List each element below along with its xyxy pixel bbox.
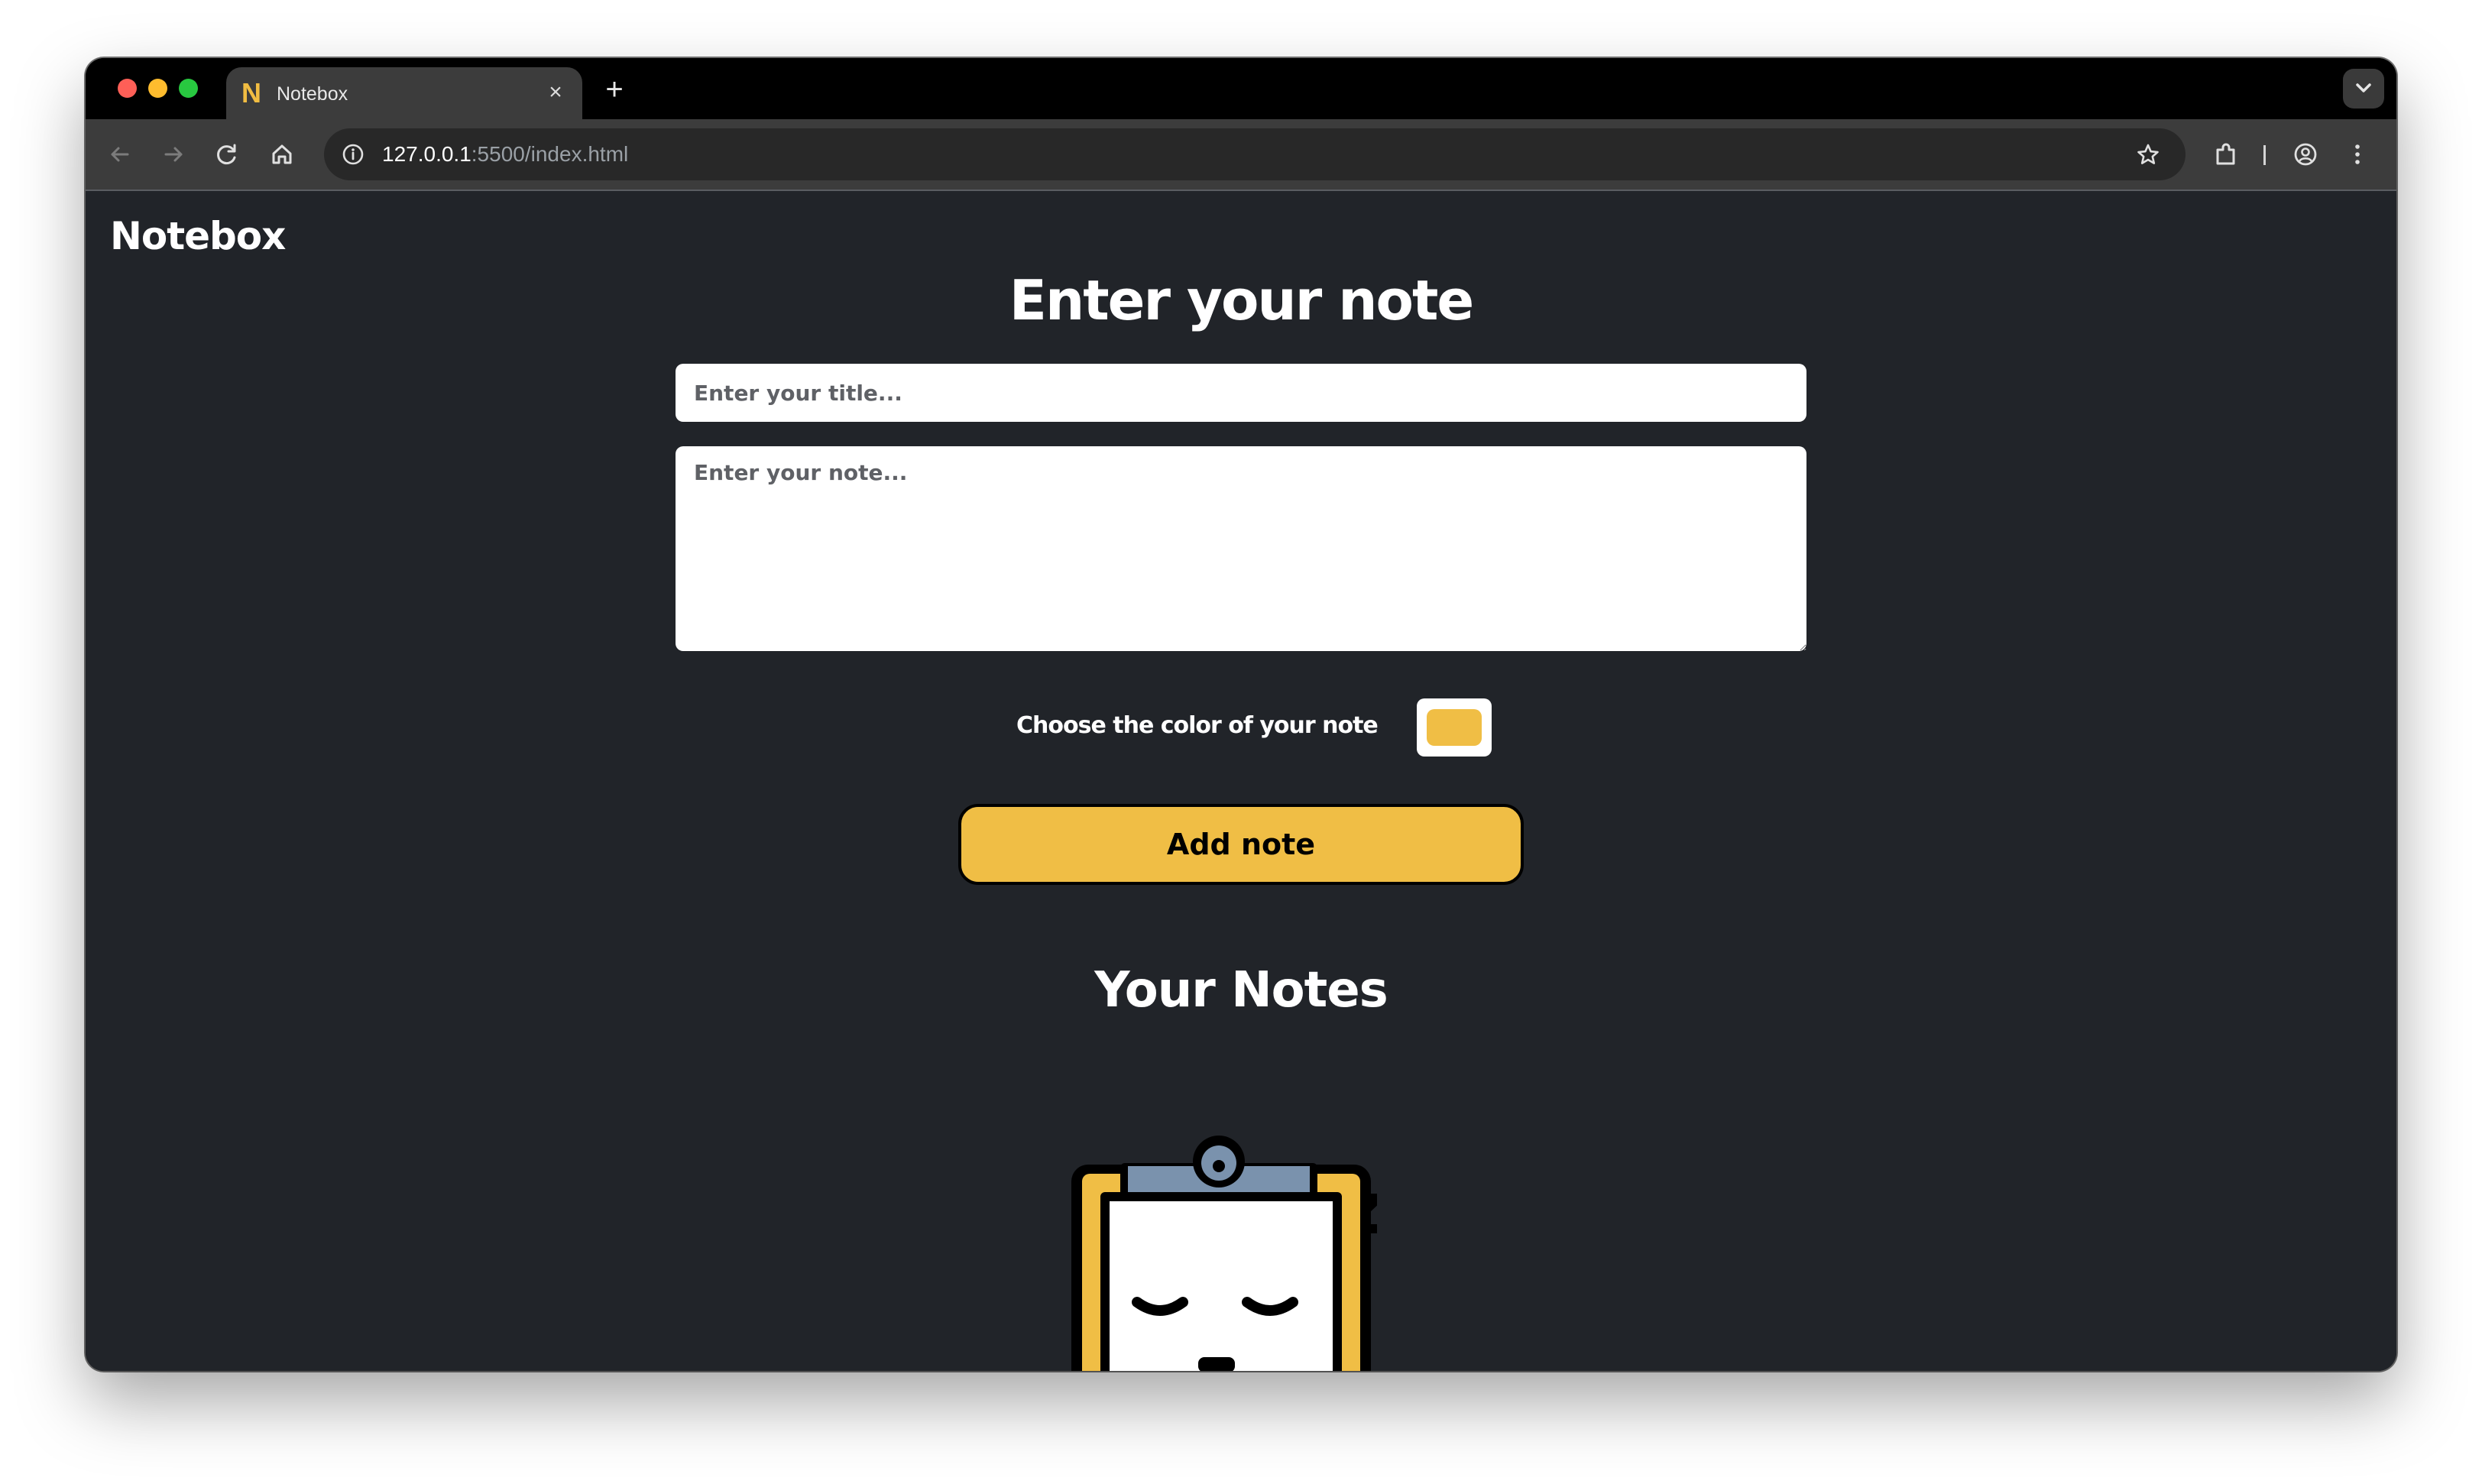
page-title: Enter your note — [1009, 268, 1474, 332]
browser-window: N Notebox × + 127.0.0.1:5500/index.html … — [86, 58, 2396, 1371]
close-tab-icon[interactable]: × — [543, 79, 569, 105]
url-host: 127.0.0.1 — [382, 142, 471, 166]
close-window-button[interactable] — [118, 79, 137, 98]
address-bar[interactable]: 127.0.0.1:5500/index.html — [324, 128, 2186, 180]
menu-kebab-icon[interactable] — [2340, 137, 2375, 172]
new-tab-icon[interactable]: + — [598, 73, 631, 107]
chevron-down-icon — [2356, 83, 2371, 92]
note-title-input[interactable] — [676, 364, 1806, 422]
profile-icon[interactable] — [2288, 137, 2323, 172]
back-icon[interactable] — [102, 137, 138, 172]
tab-strip: N Notebox × + — [86, 58, 2396, 119]
color-picker-label: Choose the color of your note — [1016, 712, 1379, 739]
reload-icon[interactable] — [209, 137, 245, 172]
brand-logo[interactable]: Notebox — [110, 212, 286, 260]
url-path: :5500/index.html — [471, 142, 629, 166]
page-content: Notebox Enter your note Choose the color… — [86, 190, 2396, 1371]
site-info-icon[interactable] — [336, 138, 370, 171]
url-text: 127.0.0.1:5500/index.html — [382, 141, 628, 167]
sleeping-clipboard-illustration — [1056, 1119, 1377, 1371]
notebox-favicon-icon: N — [241, 77, 261, 109]
extensions-icon[interactable] — [2208, 137, 2244, 172]
note-body-textarea[interactable] — [676, 446, 1806, 651]
color-picker-input[interactable] — [1417, 698, 1492, 757]
home-icon[interactable] — [264, 137, 300, 172]
tab-title: Notebox — [277, 83, 348, 105]
tab-search-button[interactable] — [2343, 69, 2384, 109]
tab-notebox[interactable]: N Notebox × — [226, 67, 582, 119]
selected-color-swatch — [1427, 709, 1482, 746]
bookmark-star-icon[interactable] — [2130, 137, 2166, 172]
toolbar-divider — [2263, 145, 2266, 165]
browser-toolbar: 127.0.0.1:5500/index.html — [86, 119, 2396, 190]
forward-icon[interactable] — [156, 137, 191, 172]
maximize-window-button[interactable] — [179, 79, 198, 98]
minimize-window-button[interactable] — [148, 79, 167, 98]
notes-section-title: Your Notes — [1094, 962, 1388, 1019]
color-picker-row: Choose the color of your note — [86, 698, 2396, 760]
add-note-button[interactable]: Add note — [958, 804, 1524, 885]
